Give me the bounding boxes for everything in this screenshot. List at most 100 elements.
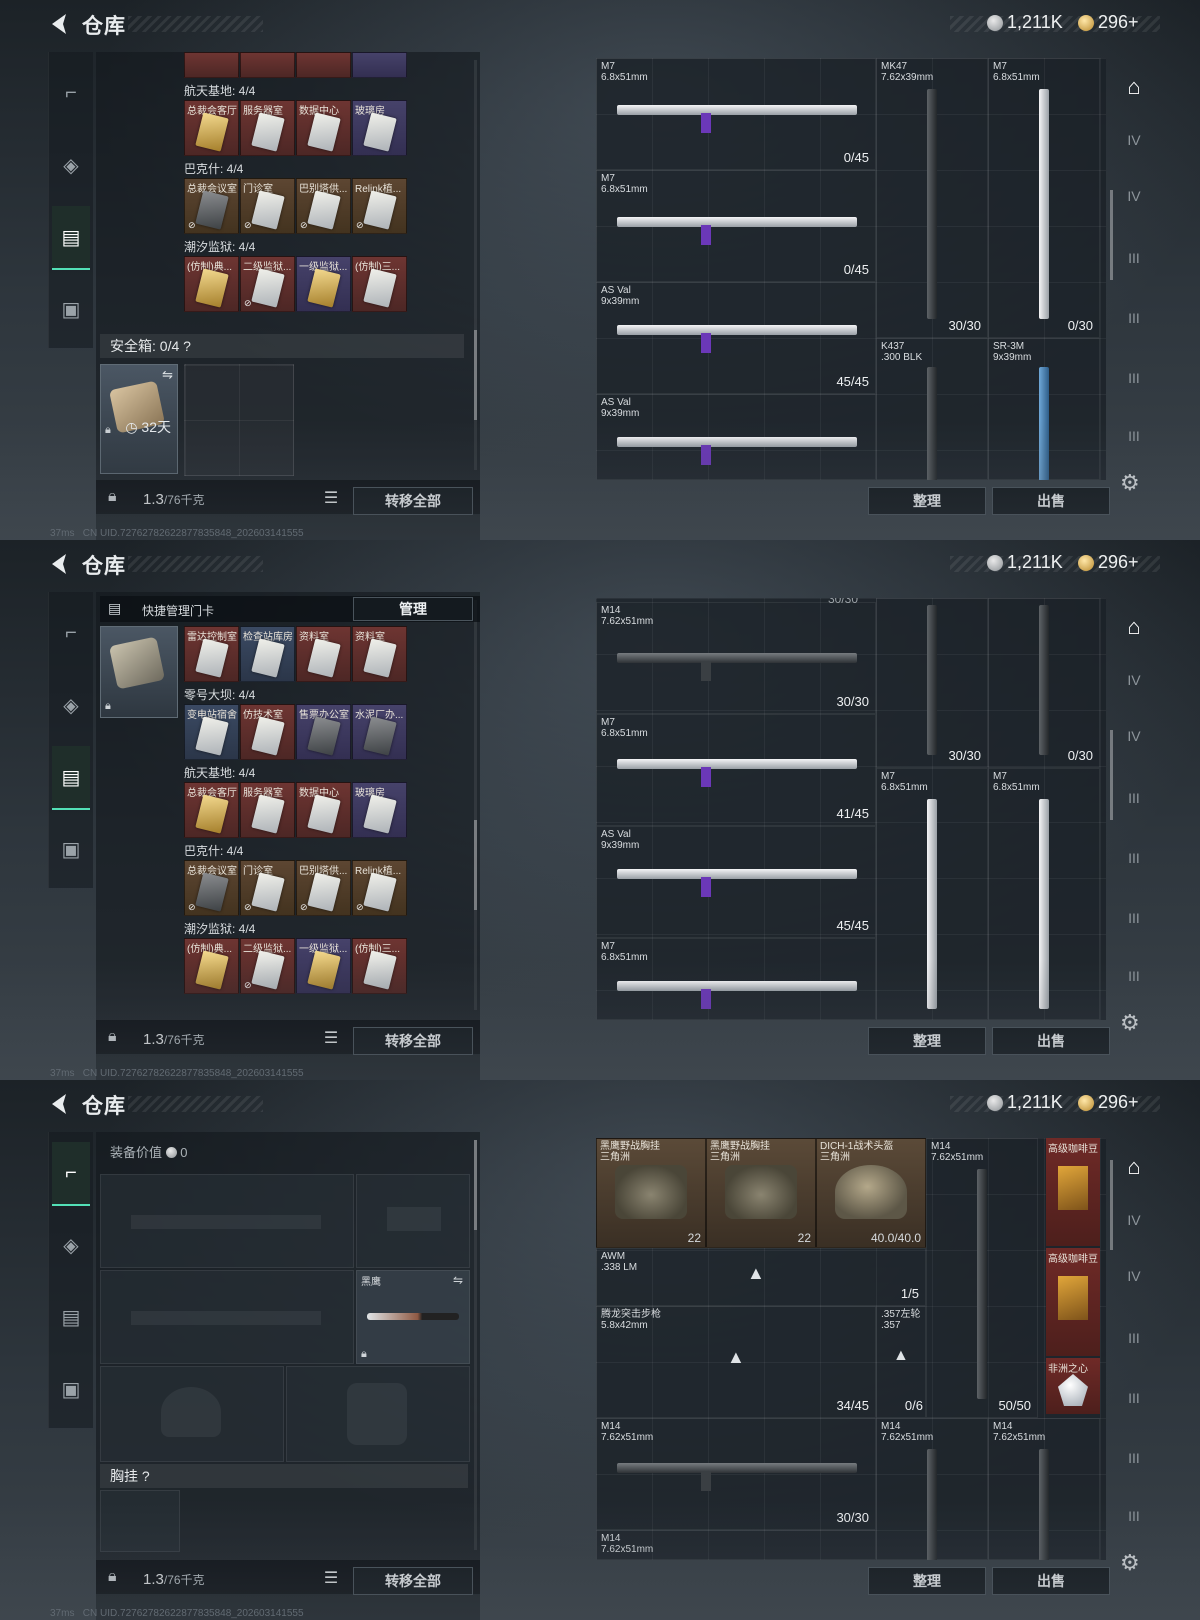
stash-item[interactable]: M14 7.62x51mm — [596, 1530, 876, 1560]
transfer-all-button[interactable]: 转移全部 — [353, 487, 473, 515]
sort-button[interactable]: 整理 — [868, 487, 986, 515]
swap-icon[interactable]: ⇋ — [453, 1273, 463, 1287]
stash-item[interactable]: 30/30 — [876, 598, 988, 768]
home-icon[interactable]: ⌂ — [1118, 1154, 1150, 1180]
left-scroll-thumb[interactable] — [474, 1140, 477, 1230]
list-icon[interactable]: ☰ — [320, 1568, 342, 1588]
tab-armor[interactable]: ◈ — [52, 134, 90, 196]
back-arrow-icon[interactable] — [46, 550, 74, 578]
back-arrow-icon[interactable] — [46, 1090, 74, 1118]
stash-item[interactable]: M14 7.62x51mm 50/50 — [926, 1138, 1038, 1418]
gold-currency[interactable]: 296+ — [1078, 12, 1139, 33]
silver-currency[interactable]: 1,211K — [987, 1092, 1063, 1113]
sell-button[interactable]: 出售 — [992, 1567, 1110, 1595]
keycard[interactable]: 二级监狱... ⊘ — [240, 256, 295, 312]
home-icon[interactable]: ⌂ — [1118, 74, 1150, 100]
filter-tier-button[interactable]: III — [1118, 370, 1150, 396]
stash-item[interactable]: SR-3M 9x39mm — [988, 338, 1100, 480]
keycard[interactable]: 一级监狱... — [296, 256, 351, 312]
right-scroll-thumb[interactable] — [1110, 190, 1113, 280]
transfer-all-button[interactable]: 转移全部 — [353, 1027, 473, 1055]
keycard[interactable] — [352, 52, 407, 78]
stash-item[interactable]: M7 6.8x51mm 0/45 — [596, 170, 876, 282]
filter-tier-button[interactable]: IV — [1118, 188, 1150, 214]
stash-item[interactable]: M7 6.8x51mm 0/45 — [596, 58, 876, 170]
keycard[interactable]: 数据中心 — [296, 100, 351, 156]
keycard[interactable]: 服务器室 — [240, 100, 295, 156]
manage-button[interactable]: 管理 — [353, 597, 473, 621]
stash-item[interactable]: AS Val 9x39mm — [596, 394, 876, 480]
filter-tier-button[interactable]: III — [1118, 1450, 1150, 1476]
right-scroll-thumb[interactable] — [1110, 730, 1113, 820]
keycard[interactable]: 水泥厂办... — [352, 704, 407, 760]
safebox-item[interactable]: ⇋ 🔒︎ ◷ 32天 — [100, 364, 178, 474]
keycard[interactable] — [240, 52, 295, 78]
stash-item[interactable]: 高级咖啡豆 — [1046, 1138, 1100, 1246]
gear-icon[interactable]: ⚙ — [1120, 470, 1140, 496]
stash-item[interactable]: 腾龙突击步枪 5.8x42mm ▲ 34/45 — [596, 1306, 876, 1418]
list-icon[interactable]: ☰ — [320, 1028, 342, 1048]
stash-item[interactable]: AS Val 9x39mm 45/45 — [596, 826, 876, 938]
stash-item[interactable]: MK47 7.62x39mm 30/30 — [876, 58, 988, 338]
keycard[interactable]: (仿制)三... — [352, 256, 407, 312]
left-scroll-thumb[interactable] — [474, 820, 477, 910]
keycard[interactable]: 总裁会议室 ⊘ — [184, 178, 239, 234]
silver-currency[interactable]: 1,211K — [987, 12, 1063, 33]
back-arrow-icon[interactable] — [46, 10, 74, 38]
stash-item[interactable]: K437 .300 BLK — [876, 338, 988, 480]
stash-item[interactable]: AS Val 9x39mm 45/45 — [596, 282, 876, 394]
filter-tier-button[interactable]: III — [1118, 428, 1150, 454]
filter-tier-button[interactable]: III — [1118, 1390, 1150, 1416]
tab-keycards[interactable]: ▤ — [52, 746, 90, 810]
sort-button[interactable]: 整理 — [868, 1567, 986, 1595]
keycard[interactable]: 二级监狱... ⊘ — [240, 938, 295, 994]
keycard[interactable]: 总裁会客厅 — [184, 100, 239, 156]
keycard[interactable]: 一级监狱... — [296, 938, 351, 994]
gold-currency[interactable]: 296+ — [1078, 552, 1139, 573]
home-icon[interactable]: ⌂ — [1118, 614, 1150, 640]
keycard[interactable]: (仿制)典... — [184, 256, 239, 312]
armor-slot[interactable] — [286, 1366, 470, 1462]
lock-icon[interactable]: 🔒︎ — [108, 1028, 117, 1046]
lock-icon[interactable]: 🔒︎ — [108, 1568, 117, 1586]
keycard[interactable]: 数据中心 — [296, 782, 351, 838]
keycard[interactable]: 玻璃房 — [352, 100, 407, 156]
keycard[interactable] — [184, 52, 239, 78]
secondary-weapon-slot[interactable] — [100, 1270, 354, 1364]
stash-item[interactable]: M7 6.8x51mm 0/30 — [988, 58, 1100, 338]
sort-button[interactable]: 整理 — [868, 1027, 986, 1055]
stash-item[interactable]: 高级咖啡豆 — [1046, 1248, 1100, 1356]
stash-item[interactable]: 黑鹰野战胸挂 三角洲 22 — [596, 1138, 706, 1248]
stash-item[interactable]: 黑鹰野战胸挂 三角洲 22 — [706, 1138, 816, 1248]
stash-item[interactable]: M7 6.8x51mm — [876, 768, 988, 1020]
keycard[interactable]: 变电站宿舍 — [184, 704, 239, 760]
keycard[interactable]: 总裁会议室 ⊘ — [184, 860, 239, 916]
keycard[interactable]: 玻璃房 — [352, 782, 407, 838]
left-scroll-thumb[interactable] — [474, 330, 477, 420]
keycard[interactable]: 巴别塔供... ⊘ — [296, 178, 351, 234]
filter-tier-button[interactable]: III — [1118, 968, 1150, 994]
stash-item[interactable]: DICH-1战术头盔 三角洲 40.0/40.0 — [816, 1138, 926, 1248]
stash-item[interactable]: M14 7.62x51mm — [876, 1418, 988, 1560]
stash-item[interactable]: 0/30 — [988, 598, 1100, 768]
keycard[interactable]: 总裁会客厅 — [184, 782, 239, 838]
keycard[interactable]: 资料室 — [352, 626, 407, 682]
left-scrollbar[interactable] — [474, 600, 477, 1010]
keycard[interactable]: 资料室 — [296, 626, 351, 682]
tab-cases[interactable]: ▣ — [52, 1358, 90, 1420]
filter-tier-button[interactable]: III — [1118, 790, 1150, 816]
chest-rig-header[interactable]: 胸挂 ? — [100, 1464, 468, 1488]
gold-currency[interactable]: 296+ — [1078, 1092, 1139, 1113]
tab-cases[interactable]: ▣ — [52, 818, 90, 880]
stash-item[interactable]: M14 7.62x51mm 30/30 — [596, 602, 876, 714]
tab-armor[interactable]: ◈ — [52, 1214, 90, 1276]
filter-tier-button[interactable]: III — [1118, 910, 1150, 936]
filter-tier-button[interactable]: IV — [1118, 1268, 1150, 1294]
sell-button[interactable]: 出售 — [992, 1027, 1110, 1055]
tab-weapons[interactable]: ⌐ — [52, 1142, 90, 1206]
filter-tier-button[interactable]: IV — [1118, 1212, 1150, 1238]
keycard-case[interactable]: 🔒︎ — [100, 626, 178, 718]
transfer-all-button[interactable]: 转移全部 — [353, 1567, 473, 1595]
stash-item[interactable]: 非洲之心 — [1046, 1358, 1100, 1414]
filter-tier-button[interactable]: IV — [1118, 728, 1150, 754]
